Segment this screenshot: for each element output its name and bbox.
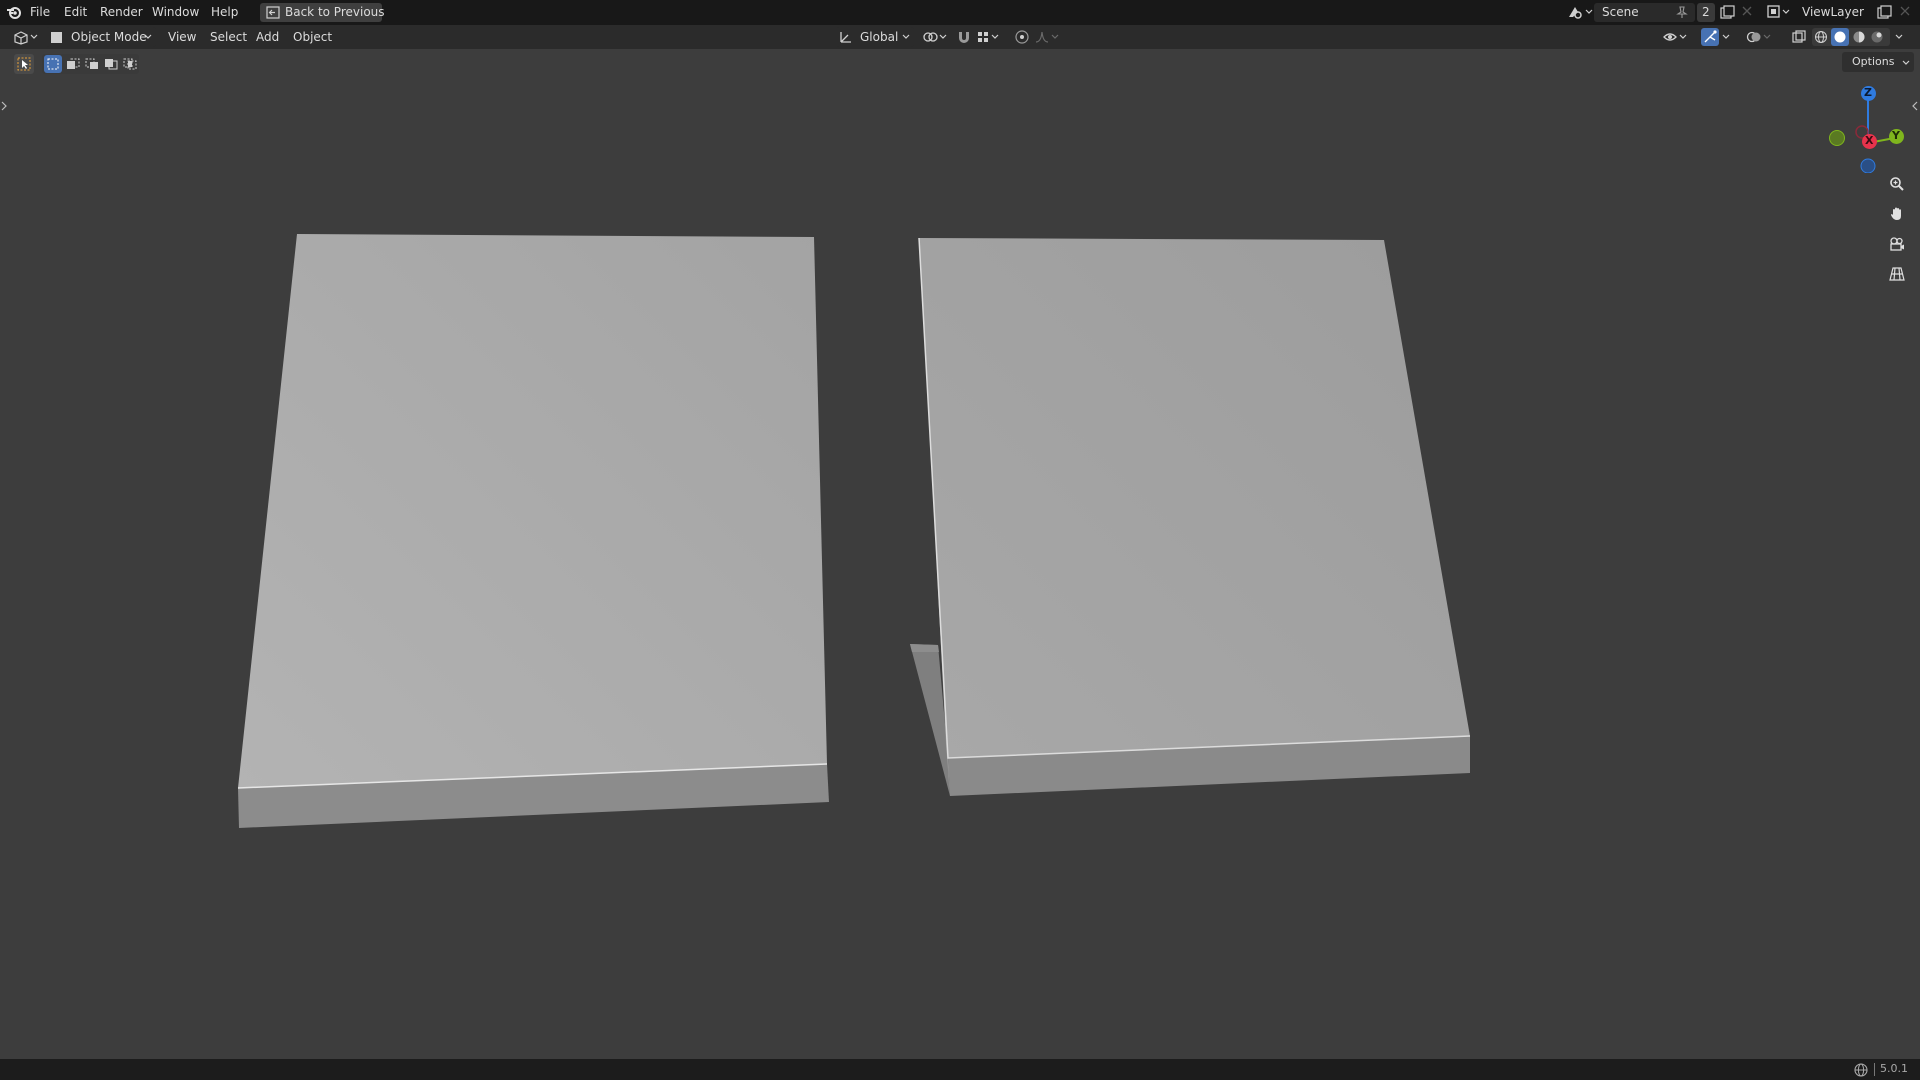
object-mode-label: Object Mode <box>71 30 147 44</box>
new-viewlayer-icon[interactable] <box>1877 5 1893 19</box>
menu-help[interactable]: Help <box>211 5 238 19</box>
back-icon <box>266 6 280 19</box>
shading-wireframe-icon[interactable] <box>1814 30 1828 44</box>
menu-file[interactable]: File <box>30 5 50 19</box>
close-scene-icon[interactable] <box>1742 6 1752 16</box>
menu-select[interactable]: Select <box>210 30 247 44</box>
scene-geometry <box>237 234 1471 828</box>
viewlayer-name-field[interactable]: ViewLayer <box>1794 3 1884 22</box>
viewlayer-name: ViewLayer <box>1802 5 1864 19</box>
3d-viewport[interactable]: Options Z X Y <box>0 49 1920 1059</box>
language-icon <box>1853 1062 1869 1078</box>
blender-logo-icon[interactable] <box>6 4 22 20</box>
editor-type-icon[interactable] <box>12 29 40 45</box>
new-scene-icon[interactable] <box>1720 5 1736 19</box>
right-slab[interactable] <box>910 237 1471 796</box>
close-viewlayer-icon[interactable] <box>1900 6 1910 16</box>
shading-solid-icon <box>1833 30 1847 44</box>
scene-users-count[interactable]: 2 <box>1697 3 1715 22</box>
viewport-header: Object Mode View Select Add Object Globa… <box>0 25 1920 49</box>
gizmo-icon <box>1703 30 1717 44</box>
proportional-falloff-icon[interactable] <box>1034 29 1062 45</box>
shading-material-icon[interactable] <box>1852 30 1866 44</box>
chevron-down-icon[interactable] <box>1722 34 1730 40</box>
orientation-icon <box>839 30 853 44</box>
left-slab[interactable] <box>237 234 829 828</box>
version-label: 5.0.1 <box>1880 1062 1908 1075</box>
menu-view[interactable]: View <box>168 30 196 44</box>
chevron-down-icon <box>144 34 152 40</box>
proportional-icon[interactable] <box>1014 29 1030 45</box>
scene-name-field[interactable]: Scene <box>1594 3 1695 22</box>
chevron-down-icon <box>902 34 910 40</box>
scene-name: Scene <box>1602 5 1639 19</box>
scene-users-label: 2 <box>1702 5 1710 19</box>
visibility-icon[interactable] <box>1662 29 1690 45</box>
pivot-icon[interactable] <box>922 29 950 45</box>
snap-icon[interactable] <box>956 29 972 45</box>
shading-rendered-icon[interactable] <box>1870 30 1884 44</box>
viewlayer-icon[interactable] <box>1766 4 1792 20</box>
overlay-icon[interactable] <box>1746 29 1774 45</box>
object-mode-icon <box>50 31 63 44</box>
menu-window[interactable]: Window <box>152 5 199 19</box>
menu-object[interactable]: Object <box>293 30 332 44</box>
shading-solid-button[interactable] <box>1831 28 1849 46</box>
pin-icon[interactable] <box>1676 6 1688 19</box>
xray-icon[interactable] <box>1791 29 1807 45</box>
transform-orientation-dropdown[interactable]: Global <box>836 27 914 47</box>
shading-mode-group <box>1812 28 1890 46</box>
orientation-label: Global <box>860 30 899 44</box>
menu-add[interactable]: Add <box>256 30 279 44</box>
menu-edit[interactable]: Edit <box>64 5 87 19</box>
menu-render[interactable]: Render <box>100 5 143 19</box>
status-bar: 5.0.1 <box>0 1059 1920 1080</box>
object-mode-dropdown[interactable]: Object Mode <box>46 27 156 47</box>
scene-icon[interactable] <box>1567 4 1593 20</box>
gizmo-toggle[interactable] <box>1701 28 1719 46</box>
chevron-down-icon[interactable] <box>1895 34 1903 40</box>
snap-target-icon[interactable] <box>976 29 1002 45</box>
back-to-previous-button[interactable]: Back to Previous <box>260 3 385 22</box>
back-to-previous-label: Back to Previous <box>285 5 385 19</box>
status-separator <box>1874 1063 1875 1076</box>
top-bar: File Edit Render Window Help Back to Pre… <box>0 0 1920 25</box>
